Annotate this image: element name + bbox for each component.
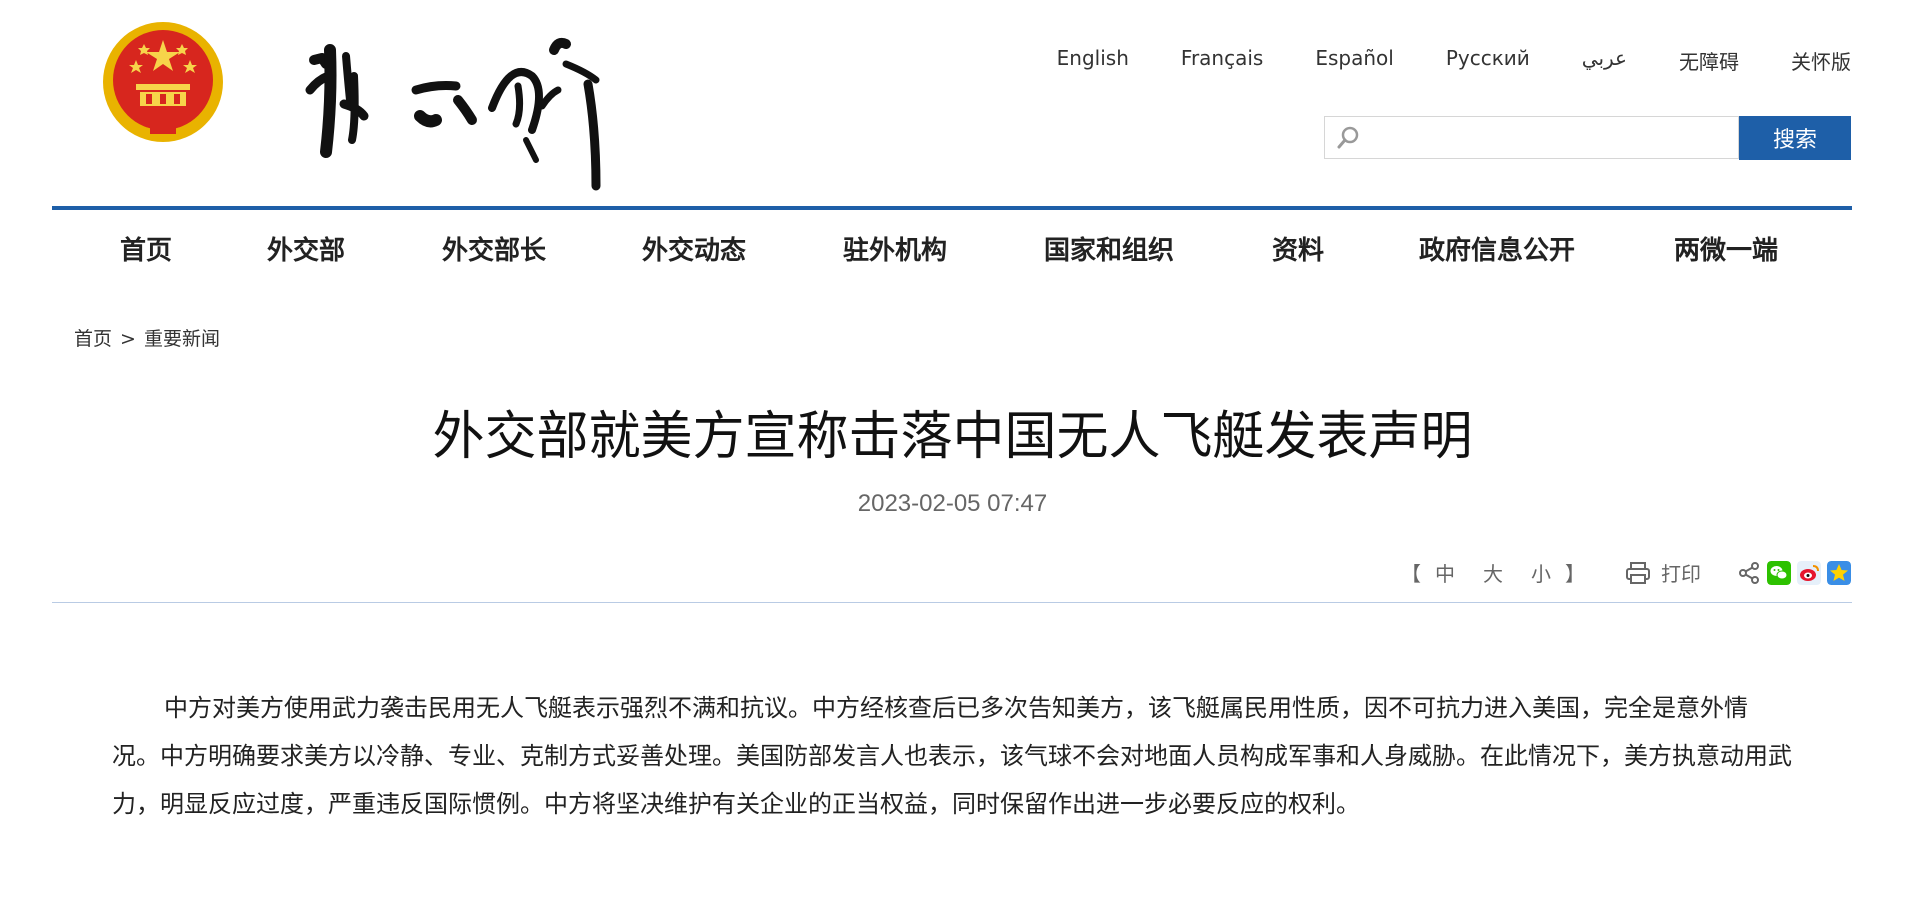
font-size-close-bracket: 】 [1565, 562, 1585, 586]
font-size-controls: 【 中 大 小 】 [1401, 558, 1585, 587]
article-tools: 【 中 大 小 】 打印 [1401, 558, 1851, 587]
font-size-large-button[interactable]: 中 [1435, 558, 1455, 587]
search-box [1324, 116, 1739, 159]
article-date: 2023-02-05 07:47 [857, 490, 1048, 517]
page: English Français Español Русский عربي 无障… [0, 0, 1905, 914]
print-button[interactable]: 打印 [1625, 558, 1701, 587]
main-nav: 首页 外交部 外交部长 外交动态 驻外机构 国家和组织 资料 政府信息公开 两微… [52, 230, 1852, 270]
article-title: 外交部就美方宣称击落中国无人飞艇发表声明 [432, 407, 1473, 467]
breadcrumb: 首页 > 重要新闻 [74, 324, 220, 351]
lang-russian-link[interactable]: Русский [1446, 46, 1530, 75]
wechat-icon[interactable] [1767, 560, 1791, 585]
nav-item-ministry[interactable]: 外交部 [267, 230, 345, 267]
breadcrumb-current[interactable]: 重要新闻 [144, 328, 220, 350]
header-divider [52, 206, 1852, 210]
language-bar: English Français Español Русский عربي 无障… [1057, 46, 1851, 75]
search-button[interactable]: 搜索 [1739, 116, 1851, 160]
ministry-logo[interactable] [296, 20, 636, 192]
print-label: 打印 [1661, 562, 1701, 586]
printer-icon [1626, 561, 1650, 584]
weibo-icon[interactable] [1797, 560, 1821, 585]
lang-french-link[interactable]: Français [1181, 46, 1263, 75]
nav-item-missions[interactable]: 驻外机构 [843, 230, 947, 267]
lang-english-link[interactable]: English [1057, 46, 1129, 75]
font-size-medium-button[interactable]: 大 [1483, 558, 1503, 587]
breadcrumb-separator: > [120, 328, 136, 350]
nav-item-minister[interactable]: 外交部长 [442, 230, 546, 267]
nav-item-activities[interactable]: 外交动态 [642, 230, 746, 267]
national-emblem-icon[interactable] [100, 20, 227, 152]
nav-item-countries[interactable]: 国家和组织 [1044, 230, 1174, 267]
nav-item-social[interactable]: 两微一端 [1674, 230, 1778, 267]
font-size-open-bracket: 【 [1401, 562, 1421, 586]
nav-item-gov-info[interactable]: 政府信息公开 [1419, 230, 1575, 267]
accessibility-link[interactable]: 无障碍 [1679, 46, 1739, 75]
nav-item-resources[interactable]: 资料 [1272, 230, 1324, 267]
article-body: 中方对美方使用武力袭击民用无人飞艇表示强烈不满和抗议。中方经核查后已多次告知美方… [112, 694, 1792, 818]
share-icon[interactable] [1737, 561, 1761, 585]
font-size-small-button[interactable]: 小 [1531, 558, 1551, 587]
search-input[interactable] [1369, 121, 1733, 156]
care-mode-link[interactable]: 关怀版 [1791, 46, 1851, 75]
breadcrumb-home[interactable]: 首页 [74, 328, 112, 350]
lang-spanish-link[interactable]: Español [1315, 46, 1393, 75]
article-divider [52, 602, 1852, 603]
nav-item-home[interactable]: 首页 [120, 230, 172, 267]
search-icon [1337, 126, 1359, 149]
qzone-icon[interactable] [1827, 560, 1851, 585]
share-group [1737, 560, 1851, 585]
lang-arabic-link[interactable]: عربي [1582, 46, 1627, 75]
